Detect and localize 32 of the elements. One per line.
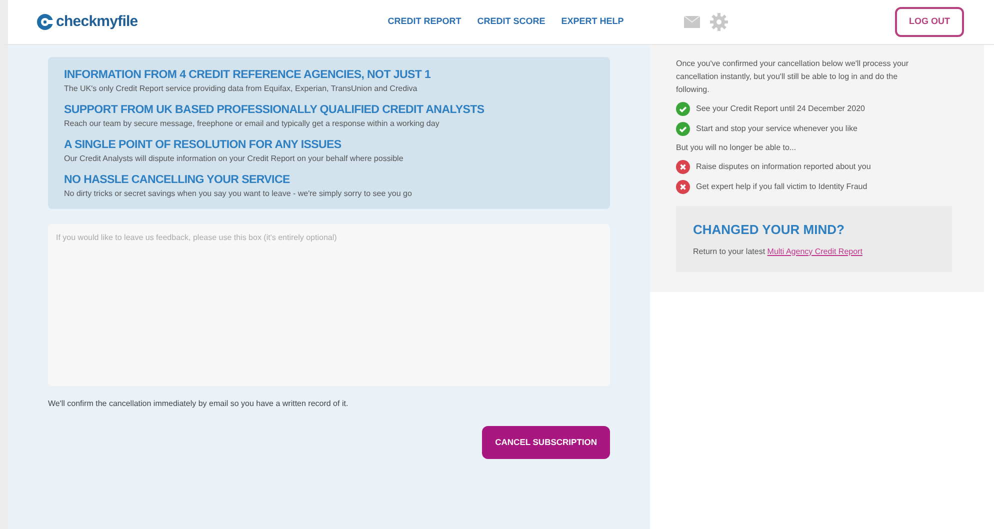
- sidebar-list-item: Raise disputes on information reported about you: [696, 161, 871, 173]
- sidebar-list-item: Get expert help if you fall victim to Identity Fraud: [696, 181, 868, 193]
- changed-mind-text: Return to your latest Multi Agency Credit Report: [693, 246, 864, 258]
- logout-button[interactable]: LOG OUT: [895, 7, 964, 37]
- feedback-field[interactable]: If you would like to leave us feedback, please use this box (it's entirely optional): [48, 224, 610, 386]
- mail-icon[interactable]: [684, 16, 700, 28]
- benefit-title: NO HASSLE CANCELLING YOUR SERVICE: [64, 173, 291, 188]
- logo-icon: [36, 13, 54, 31]
- check-circle-icon: [676, 102, 690, 116]
- cross-circle-icon: [676, 160, 690, 174]
- sidebar-intro: Once you've confirmed your cancellation below we'll process your cancellation instantly, but you'll still be able to log in and do the following.: [676, 58, 910, 96]
- changed-mind-title: CHANGED YOUR MIND?: [693, 221, 846, 239]
- cross-circle-icon: [676, 180, 690, 194]
- settings-icon[interactable]: [710, 13, 728, 31]
- cancel-subscription-button[interactable]: CANCEL SUBSCRIPTION: [482, 426, 610, 459]
- sidebar-list-item: See your Credit Report until 24 December 2020: [696, 103, 865, 115]
- benefit-title: A SINGLE POINT OF RESOLUTION FOR ANY ISSUES: [64, 138, 342, 153]
- check-circle-icon: [676, 122, 690, 136]
- benefit-text: The UK's only Credit Report service providing data from Equifax, Experian, TransUnion and Crediva: [64, 83, 418, 94]
- report-link[interactable]: Multi Agency Credit Report: [767, 246, 862, 256]
- sidebar-note: But you will no longer be able to...: [676, 142, 796, 154]
- benefit-text: No dirty tricks or secret savings when you say you want to leave - we're simply sorry to see you go: [64, 188, 413, 199]
- benefit-text: Reach our team by secure message, freephone or email and typically get a response within a working day: [64, 118, 440, 129]
- confirmation-note: We'll confirm the cancellation immediately by email so you have a written record of it.: [48, 398, 350, 410]
- logo-text: checkmyfile: [56, 12, 138, 32]
- benefit-title: INFORMATION FROM 4 CREDIT REFERENCE AGENCIES, NOT JUST 1: [64, 68, 432, 83]
- sidebar-list-item: Start and stop your service whenever you like: [696, 123, 858, 135]
- benefit-title: SUPPORT FROM UK BASED PROFESSIONALLY QUALIFIED CREDIT ANALYSTS: [64, 103, 486, 118]
- nav-link[interactable]: CREDIT SCORE: [477, 15, 546, 29]
- benefit-text: Our Credit Analysts will dispute information on your Credit Report on your behalf where possible: [64, 153, 404, 164]
- nav-link[interactable]: EXPERT HELP: [561, 15, 624, 29]
- nav-link[interactable]: CREDIT REPORT: [388, 15, 462, 29]
